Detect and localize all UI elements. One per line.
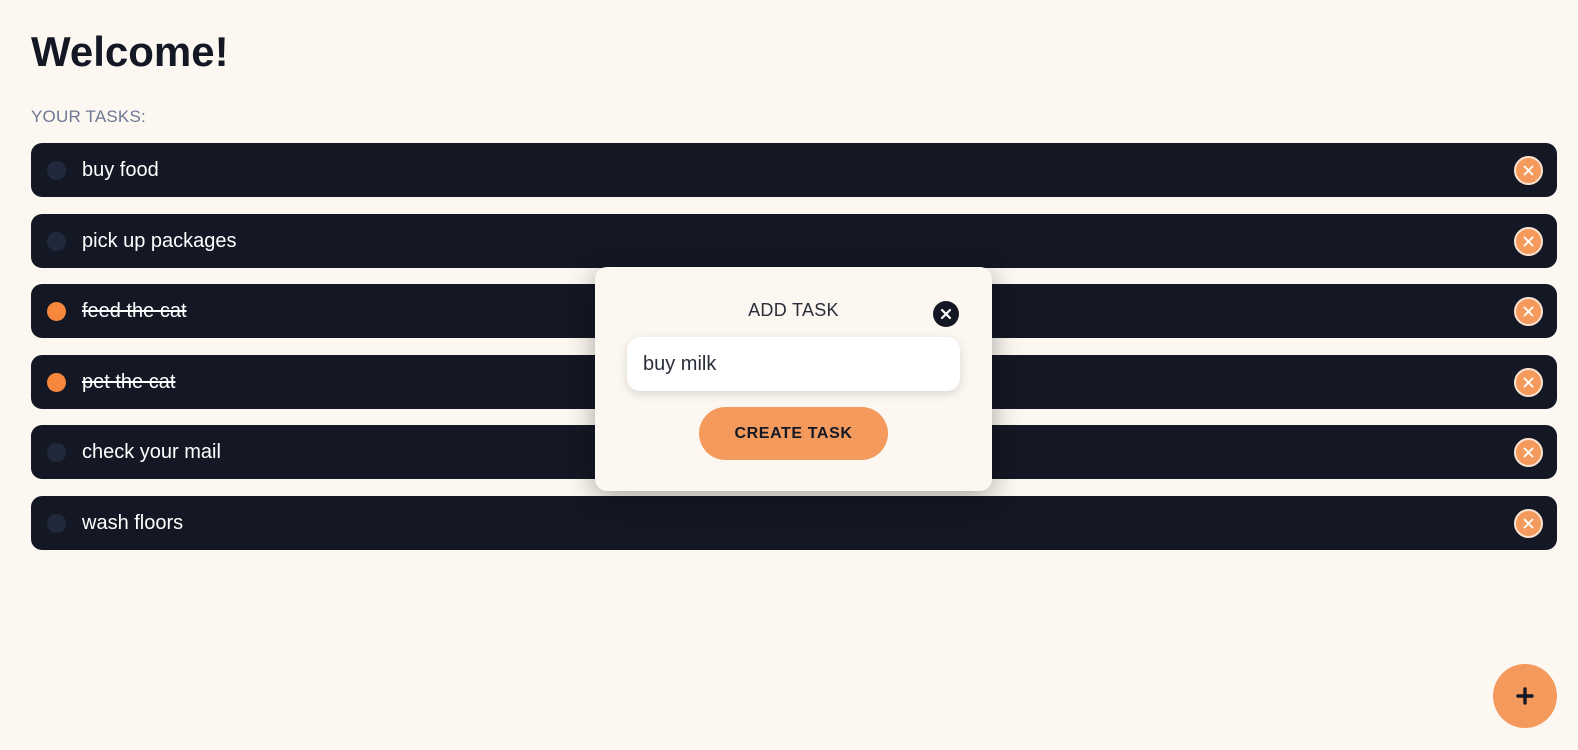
plus-icon [1516, 687, 1534, 705]
delete-task-button[interactable] [1514, 367, 1543, 397]
task-label: pick up packages [82, 229, 237, 252]
modal-close-button[interactable] [933, 301, 959, 327]
task-checkbox[interactable] [47, 302, 66, 321]
task-row[interactable]: pick up packages [31, 213, 1557, 268]
close-icon [1523, 165, 1534, 176]
task-checkbox[interactable] [47, 372, 66, 392]
add-task-fab-button[interactable] [1493, 664, 1557, 728]
page-title: Welcome! [31, 28, 229, 75]
task-checkbox[interactable] [47, 161, 66, 180]
delete-task-button[interactable] [1514, 508, 1543, 538]
delete-task-button[interactable] [1514, 438, 1543, 467]
close-icon [940, 308, 952, 320]
delete-task-button[interactable] [1514, 297, 1543, 326]
task-label: buy food [82, 159, 159, 181]
task-checkbox[interactable] [47, 231, 66, 251]
task-checkbox[interactable] [47, 513, 66, 533]
create-task-button[interactable]: CREATE TASK [699, 407, 888, 460]
task-label: check your mail [82, 441, 221, 463]
task-input[interactable] [627, 337, 960, 391]
delete-task-button[interactable] [1514, 156, 1543, 185]
tasks-section-label: YOUR TASKS: [31, 107, 146, 126]
add-task-modal: ADD TASK CREATE TASK [595, 267, 992, 491]
delete-task-button[interactable] [1514, 226, 1543, 256]
close-icon [1523, 306, 1534, 317]
task-row[interactable]: buy food [31, 143, 1557, 197]
close-icon [1523, 377, 1534, 387]
close-icon [1523, 236, 1534, 246]
close-icon [1523, 447, 1534, 458]
task-row[interactable]: wash floors [31, 495, 1557, 550]
task-label: feed the cat [82, 300, 187, 322]
task-checkbox[interactable] [47, 443, 66, 462]
close-icon [1523, 518, 1534, 528]
task-label: wash floors [82, 511, 184, 534]
task-label: pet the cat [82, 370, 176, 393]
